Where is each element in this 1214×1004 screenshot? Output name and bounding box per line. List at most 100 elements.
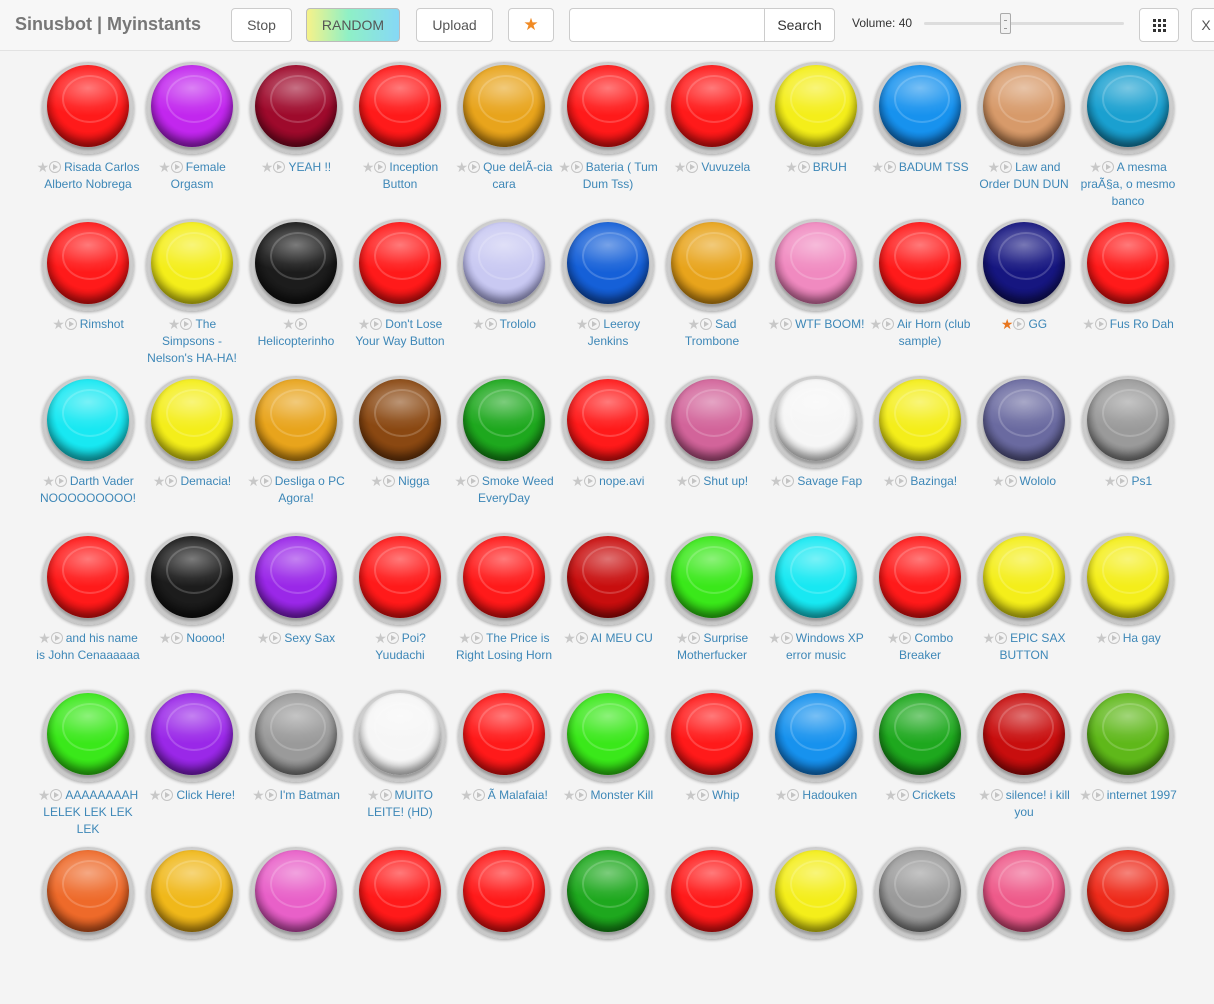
sound-name-link[interactable]: Click Here!	[176, 788, 235, 802]
sound-play-button[interactable]	[42, 533, 134, 625]
sound-play-button[interactable]	[250, 533, 342, 625]
sound-name-link[interactable]: Windows XP error music	[786, 631, 864, 662]
favorite-star-icon[interactable]: ★	[282, 316, 295, 332]
sound-name-link[interactable]: Shut up!	[703, 474, 748, 488]
play-circle-icon[interactable]	[468, 161, 481, 173]
sound-name-link[interactable]: Sexy Sax	[284, 631, 335, 645]
favorite-star-icon[interactable]: ★	[153, 473, 166, 489]
sound-name-link[interactable]: Inception Button	[383, 160, 438, 191]
search-input[interactable]	[569, 8, 765, 42]
favorite-star-icon[interactable]: ★	[870, 316, 883, 332]
sound-play-button[interactable]	[666, 847, 758, 939]
favorite-star-icon[interactable]: ★	[887, 630, 900, 646]
play-circle-icon[interactable]	[883, 161, 896, 173]
sound-play-button[interactable]	[1082, 847, 1174, 939]
play-circle-icon[interactable]	[688, 475, 701, 487]
favorite-star-icon[interactable]: ★	[158, 159, 171, 175]
sound-play-button[interactable]	[250, 219, 342, 311]
sound-name-link[interactable]: Smoke Weed EveryDay	[478, 474, 554, 505]
play-circle-icon[interactable]	[1091, 789, 1104, 801]
sound-play-button[interactable]	[770, 376, 862, 468]
play-circle-icon[interactable]	[787, 789, 800, 801]
sound-play-button[interactable]	[42, 376, 134, 468]
play-circle-icon[interactable]	[782, 475, 795, 487]
play-circle-icon[interactable]	[700, 318, 713, 330]
sound-play-button[interactable]	[146, 376, 238, 468]
sound-play-button[interactable]	[42, 219, 134, 311]
play-circle-icon[interactable]	[570, 161, 583, 173]
sound-name-link[interactable]: Trololo	[500, 317, 536, 331]
sound-name-link[interactable]: Wololo	[1020, 474, 1056, 488]
favorite-star-icon[interactable]: ★	[572, 473, 585, 489]
sound-play-button[interactable]	[354, 533, 446, 625]
favorite-star-icon[interactable]: ★	[988, 159, 1001, 175]
favorite-star-icon[interactable]: ★	[257, 630, 270, 646]
sound-play-button[interactable]	[978, 533, 1070, 625]
favorite-star-icon[interactable]: ★	[38, 630, 51, 646]
sound-name-link[interactable]: Demacia!	[180, 474, 231, 488]
play-circle-icon[interactable]	[588, 318, 601, 330]
sound-name-link[interactable]: Ps1	[1131, 474, 1152, 488]
play-circle-icon[interactable]	[1107, 632, 1120, 644]
sound-name-link[interactable]: Savage Fap	[797, 474, 862, 488]
sound-play-button[interactable]	[978, 62, 1070, 154]
play-circle-icon[interactable]	[466, 475, 479, 487]
favorite-star-icon[interactable]: ★	[770, 473, 783, 489]
play-circle-icon[interactable]	[273, 161, 286, 173]
sound-play-button[interactable]	[354, 62, 446, 154]
sound-play-button[interactable]	[354, 219, 446, 311]
sound-play-button[interactable]	[42, 62, 134, 154]
favorite-star-icon[interactable]: ★	[775, 787, 788, 803]
sound-name-link[interactable]: Crickets	[912, 788, 955, 802]
sound-play-button[interactable]	[874, 62, 966, 154]
sound-play-button[interactable]	[458, 62, 550, 154]
sound-play-button[interactable]	[874, 219, 966, 311]
favorite-star-icon[interactable]: ★	[676, 473, 689, 489]
play-circle-icon[interactable]	[386, 632, 399, 644]
sound-name-link[interactable]: EPIC SAX BUTTON	[999, 631, 1065, 662]
sound-play-button[interactable]	[562, 219, 654, 311]
sound-play-button[interactable]	[978, 219, 1070, 311]
favorite-star-icon[interactable]: ★	[563, 630, 576, 646]
sound-play-button[interactable]	[666, 219, 758, 311]
favorite-star-icon[interactable]: ★	[688, 316, 701, 332]
favorite-star-icon[interactable]: ★	[885, 787, 898, 803]
close-button[interactable]: X	[1191, 8, 1214, 42]
sound-name-link[interactable]: Ã Malafaia!	[488, 788, 548, 802]
sound-play-button[interactable]	[146, 847, 238, 939]
sound-play-button[interactable]	[146, 690, 238, 782]
play-circle-icon[interactable]	[472, 789, 485, 801]
sound-play-button[interactable]	[666, 62, 758, 154]
play-circle-icon[interactable]	[383, 475, 396, 487]
sound-name-link[interactable]: Fus Ro Dah	[1110, 317, 1174, 331]
favorite-star-icon[interactable]: ★	[168, 316, 181, 332]
sound-name-link[interactable]: Que delÃ-cia cara	[483, 160, 552, 191]
play-circle-icon[interactable]	[797, 161, 810, 173]
sound-name-link[interactable]: Whip	[712, 788, 739, 802]
favorite-star-icon[interactable]: ★	[52, 316, 65, 332]
play-circle-icon[interactable]	[269, 632, 282, 644]
play-circle-icon[interactable]	[584, 475, 597, 487]
play-circle-icon[interactable]	[1000, 161, 1013, 173]
favorite-star-icon[interactable]: ★	[252, 787, 265, 803]
play-circle-icon[interactable]	[1116, 475, 1129, 487]
sound-play-button[interactable]	[874, 376, 966, 468]
play-circle-icon[interactable]	[471, 632, 484, 644]
sound-play-button[interactable]	[250, 376, 342, 468]
favorite-star-icon[interactable]: ★	[247, 473, 260, 489]
stop-button[interactable]: Stop	[231, 8, 292, 42]
sound-play-button[interactable]	[1082, 690, 1174, 782]
play-circle-icon[interactable]	[686, 161, 699, 173]
favorite-star-icon[interactable]: ★	[472, 316, 485, 332]
random-button[interactable]: RANDOM	[306, 8, 400, 42]
sound-play-button[interactable]	[666, 690, 758, 782]
play-circle-icon[interactable]	[264, 789, 277, 801]
sound-play-button[interactable]	[666, 376, 758, 468]
play-circle-icon[interactable]	[171, 632, 184, 644]
play-circle-icon[interactable]	[64, 318, 77, 330]
sound-play-button[interactable]	[978, 690, 1070, 782]
sound-play-button[interactable]	[562, 62, 654, 154]
favorite-star-icon[interactable]: ★	[459, 630, 472, 646]
sound-name-link[interactable]: Ha gay	[1123, 631, 1161, 645]
sound-play-button[interactable]	[354, 376, 446, 468]
